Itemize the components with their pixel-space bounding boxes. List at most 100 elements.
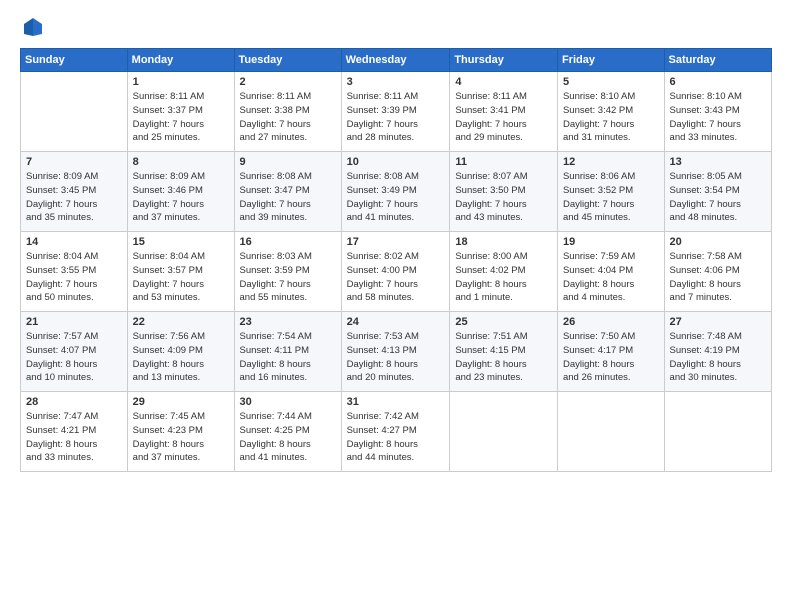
calendar-cell: 11 Sunrise: 8:07 AMSunset: 3:50 PMDayligh… [450, 152, 558, 232]
calendar-week-5: 28 Sunrise: 7:47 AMSunset: 4:21 PMDayligh… [21, 392, 772, 472]
day-number: 18 [455, 236, 552, 248]
day-info: Sunrise: 8:04 AMSunset: 3:55 PMDaylight:… [26, 250, 122, 305]
calendar-cell: 12 Sunrise: 8:06 AMSunset: 3:52 PMDayligh… [557, 152, 664, 232]
calendar-cell: 9 Sunrise: 8:08 AMSunset: 3:47 PMDaylight… [234, 152, 341, 232]
day-number: 5 [563, 76, 659, 88]
day-header-saturday: Saturday [664, 49, 771, 72]
day-info: Sunrise: 8:07 AMSunset: 3:50 PMDaylight:… [455, 170, 552, 225]
calendar-cell: 14 Sunrise: 8:04 AMSunset: 3:55 PMDayligh… [21, 232, 128, 312]
day-number: 19 [563, 236, 659, 248]
calendar-cell: 1 Sunrise: 8:11 AMSunset: 3:37 PMDaylight… [127, 72, 234, 152]
day-info: Sunrise: 7:57 AMSunset: 4:07 PMDaylight:… [26, 330, 122, 385]
day-info: Sunrise: 8:09 AMSunset: 3:45 PMDaylight:… [26, 170, 122, 225]
logo-icon [22, 16, 44, 38]
day-number: 4 [455, 76, 552, 88]
page: SundayMondayTuesdayWednesdayThursdayFrid… [0, 0, 792, 612]
calendar-cell: 18 Sunrise: 8:00 AMSunset: 4:02 PMDayligh… [450, 232, 558, 312]
day-info: Sunrise: 7:59 AMSunset: 4:04 PMDaylight:… [563, 250, 659, 305]
calendar-cell: 24 Sunrise: 7:53 AMSunset: 4:13 PMDayligh… [341, 312, 450, 392]
day-header-monday: Monday [127, 49, 234, 72]
day-number: 6 [670, 76, 766, 88]
day-info: Sunrise: 8:08 AMSunset: 3:47 PMDaylight:… [240, 170, 336, 225]
day-number: 12 [563, 156, 659, 168]
calendar-week-4: 21 Sunrise: 7:57 AMSunset: 4:07 PMDayligh… [21, 312, 772, 392]
day-info: Sunrise: 8:03 AMSunset: 3:59 PMDaylight:… [240, 250, 336, 305]
calendar: SundayMondayTuesdayWednesdayThursdayFrid… [20, 48, 772, 472]
day-info: Sunrise: 7:50 AMSunset: 4:17 PMDaylight:… [563, 330, 659, 385]
day-number: 15 [133, 236, 229, 248]
day-info: Sunrise: 8:11 AMSunset: 3:38 PMDaylight:… [240, 90, 336, 145]
day-number: 13 [670, 156, 766, 168]
day-number: 26 [563, 316, 659, 328]
day-info: Sunrise: 7:48 AMSunset: 4:19 PMDaylight:… [670, 330, 766, 385]
day-number: 14 [26, 236, 122, 248]
day-number: 30 [240, 396, 336, 408]
calendar-cell [21, 72, 128, 152]
day-info: Sunrise: 8:06 AMSunset: 3:52 PMDaylight:… [563, 170, 659, 225]
day-header-sunday: Sunday [21, 49, 128, 72]
day-info: Sunrise: 8:10 AMSunset: 3:42 PMDaylight:… [563, 90, 659, 145]
day-number: 17 [347, 236, 445, 248]
calendar-cell: 13Sunrise: 8:05 AMSunset: 3:54 PMDayligh… [664, 152, 771, 232]
calendar-cell: 8 Sunrise: 8:09 AMSunset: 3:46 PMDaylight… [127, 152, 234, 232]
day-header-tuesday: Tuesday [234, 49, 341, 72]
day-number: 29 [133, 396, 229, 408]
day-number: 3 [347, 76, 445, 88]
day-number: 21 [26, 316, 122, 328]
day-info: Sunrise: 8:00 AMSunset: 4:02 PMDaylight:… [455, 250, 552, 305]
calendar-cell [664, 392, 771, 472]
day-info: Sunrise: 8:10 AMSunset: 3:43 PMDaylight:… [670, 90, 766, 145]
calendar-cell: 16 Sunrise: 8:03 AMSunset: 3:59 PMDayligh… [234, 232, 341, 312]
calendar-cell [450, 392, 558, 472]
day-header-wednesday: Wednesday [341, 49, 450, 72]
day-info: Sunrise: 8:11 AMSunset: 3:37 PMDaylight:… [133, 90, 229, 145]
day-info: Sunrise: 8:02 AMSunset: 4:00 PMDaylight:… [347, 250, 445, 305]
day-info: Sunrise: 7:44 AMSunset: 4:25 PMDaylight:… [240, 410, 336, 465]
calendar-week-3: 14 Sunrise: 8:04 AMSunset: 3:55 PMDayligh… [21, 232, 772, 312]
calendar-week-1: 1 Sunrise: 8:11 AMSunset: 3:37 PMDaylight… [21, 72, 772, 152]
day-number: 28 [26, 396, 122, 408]
day-number: 1 [133, 76, 229, 88]
day-number: 2 [240, 76, 336, 88]
day-info: Sunrise: 7:54 AMSunset: 4:11 PMDaylight:… [240, 330, 336, 385]
day-number: 20 [670, 236, 766, 248]
calendar-cell: 5 Sunrise: 8:10 AMSunset: 3:42 PMDaylight… [557, 72, 664, 152]
logo [20, 16, 44, 38]
calendar-cell: 20 Sunrise: 7:58 AMSunset: 4:06 PMDayligh… [664, 232, 771, 312]
calendar-cell: 23 Sunrise: 7:54 AMSunset: 4:11 PMDayligh… [234, 312, 341, 392]
day-number: 10 [347, 156, 445, 168]
calendar-cell: 22Sunrise: 7:56 AMSunset: 4:09 PMDayligh… [127, 312, 234, 392]
calendar-header-row: SundayMondayTuesdayWednesdayThursdayFrid… [21, 49, 772, 72]
day-number: 16 [240, 236, 336, 248]
calendar-cell: 15 Sunrise: 8:04 AMSunset: 3:57 PMDayligh… [127, 232, 234, 312]
calendar-cell: 19 Sunrise: 7:59 AMSunset: 4:04 PMDayligh… [557, 232, 664, 312]
day-number: 9 [240, 156, 336, 168]
day-info: Sunrise: 7:58 AMSunset: 4:06 PMDaylight:… [670, 250, 766, 305]
day-info: Sunrise: 8:11 AMSunset: 3:39 PMDaylight:… [347, 90, 445, 145]
day-info: Sunrise: 8:09 AMSunset: 3:46 PMDaylight:… [133, 170, 229, 225]
calendar-cell: 4Sunrise: 8:11 AMSunset: 3:41 PMDaylight… [450, 72, 558, 152]
day-info: Sunrise: 7:51 AMSunset: 4:15 PMDaylight:… [455, 330, 552, 385]
day-info: Sunrise: 8:04 AMSunset: 3:57 PMDaylight:… [133, 250, 229, 305]
calendar-cell: 25 Sunrise: 7:51 AMSunset: 4:15 PMDayligh… [450, 312, 558, 392]
calendar-week-2: 7 Sunrise: 8:09 AMSunset: 3:45 PMDaylight… [21, 152, 772, 232]
calendar-cell: 26 Sunrise: 7:50 AMSunset: 4:17 PMDayligh… [557, 312, 664, 392]
day-number: 7 [26, 156, 122, 168]
day-number: 25 [455, 316, 552, 328]
calendar-cell: 6 Sunrise: 8:10 AMSunset: 3:43 PMDaylight… [664, 72, 771, 152]
calendar-cell: 10 Sunrise: 8:08 AMSunset: 3:49 PMDayligh… [341, 152, 450, 232]
day-info: Sunrise: 8:08 AMSunset: 3:49 PMDaylight:… [347, 170, 445, 225]
calendar-cell: 31Sunrise: 7:42 AMSunset: 4:27 PMDayligh… [341, 392, 450, 472]
calendar-cell: 17 Sunrise: 8:02 AMSunset: 4:00 PMDayligh… [341, 232, 450, 312]
day-number: 27 [670, 316, 766, 328]
calendar-cell: 29 Sunrise: 7:45 AMSunset: 4:23 PMDayligh… [127, 392, 234, 472]
day-number: 11 [455, 156, 552, 168]
day-number: 8 [133, 156, 229, 168]
day-info: Sunrise: 7:42 AMSunset: 4:27 PMDaylight:… [347, 410, 445, 465]
day-number: 24 [347, 316, 445, 328]
day-info: Sunrise: 7:47 AMSunset: 4:21 PMDaylight:… [26, 410, 122, 465]
day-info: Sunrise: 7:45 AMSunset: 4:23 PMDaylight:… [133, 410, 229, 465]
day-info: Sunrise: 7:53 AMSunset: 4:13 PMDaylight:… [347, 330, 445, 385]
day-number: 23 [240, 316, 336, 328]
header [20, 16, 772, 38]
